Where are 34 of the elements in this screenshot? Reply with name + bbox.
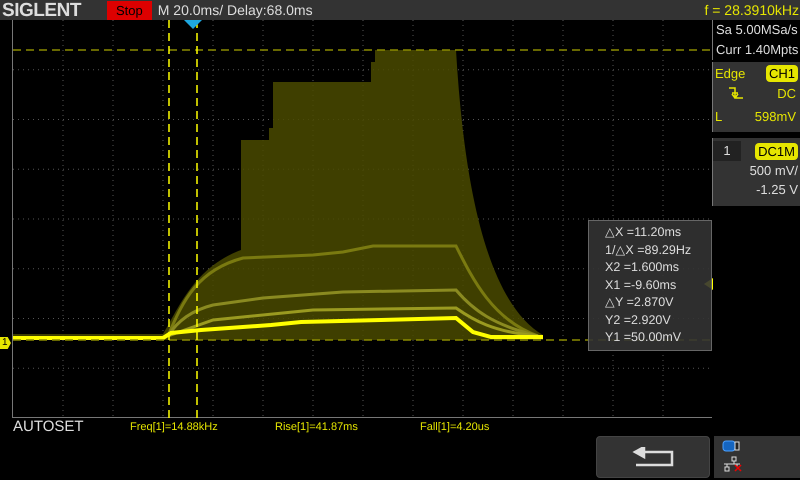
falling-edge-icon bbox=[729, 86, 745, 100]
back-button[interactable] bbox=[596, 436, 710, 478]
measurement-value: Rise[1]=41.87ms bbox=[275, 420, 359, 435]
cursor-value: 1/△X =89.29Hz bbox=[605, 242, 692, 258]
frequency-label: f = 28.3910kHz bbox=[704, 0, 799, 20]
trigger-level: 598mV bbox=[754, 108, 796, 126]
cursor-value: △X =11.20ms bbox=[605, 224, 682, 241]
trigger-type: Edge bbox=[715, 65, 746, 83]
channel-marker: 1 bbox=[0, 337, 11, 349]
measurement-value: Freq[1]=14.88kHz bbox=[130, 420, 219, 435]
brand-logo: SIGLENT bbox=[2, 0, 82, 20]
return-arrow-icon bbox=[631, 447, 675, 467]
channel-panel[interactable]: 1 DC1M 500 mV/ -1.25 V bbox=[712, 138, 800, 206]
memory-depth: Curr 1.40Mpts bbox=[716, 41, 800, 59]
cursor-value: Y2 =2.920V bbox=[605, 312, 671, 328]
autoset-label: AUTOSET bbox=[13, 416, 85, 437]
channel-coupling: DC1M bbox=[755, 142, 798, 160]
timebase-label: M 20.0ms/ Delay:68.0ms bbox=[158, 0, 313, 20]
vertical-offset: -1.25 V bbox=[755, 181, 799, 199]
network-disconnected-icon bbox=[722, 456, 742, 472]
cursor-value: X2 =1.600ms bbox=[605, 259, 680, 276]
cursor-value: △Y =2.870V bbox=[605, 294, 674, 311]
level-label: L bbox=[715, 108, 722, 126]
channel-number: 1 bbox=[713, 141, 741, 161]
vertical-scale: 500 mV/ bbox=[748, 162, 799, 180]
cursor-value: X1 =-9.60ms bbox=[605, 276, 676, 294]
run-state: Stop bbox=[107, 0, 152, 20]
sample-rate: Sa 5.00MSa/s bbox=[716, 21, 799, 39]
usb-drive-icon bbox=[722, 440, 740, 452]
trigger-coupling: DC bbox=[777, 84, 796, 102]
measurement-value: Fall[1]=4.20us bbox=[420, 420, 490, 435]
trigger-source: CH1 bbox=[766, 65, 798, 82]
cursor-value: Y1 =50.00mV bbox=[605, 329, 682, 346]
trigger-panel[interactable]: Edge CH1 DC L 598mV bbox=[712, 62, 800, 132]
